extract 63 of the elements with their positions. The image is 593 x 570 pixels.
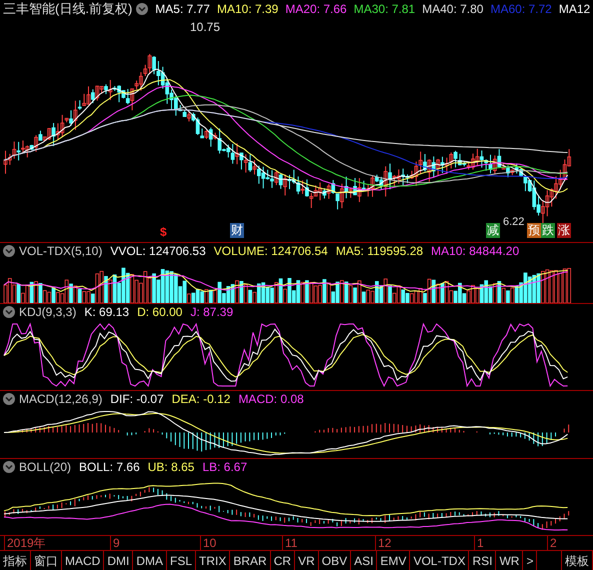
date-label: 9 [110, 536, 120, 550]
high-price-label: 10.75 [190, 20, 220, 33]
indicator-value: J: 87.39 [190, 306, 234, 318]
indicator-tab[interactable]: VR [295, 551, 319, 570]
indicator-tab[interactable]: WR [496, 551, 524, 570]
indicator-value: DIF: -0.07 [110, 393, 164, 406]
indicator-value: MACD: 0.08 [238, 393, 304, 406]
indicator-value: LB: 6.67 [202, 461, 248, 474]
dropdown-icon[interactable] [136, 2, 148, 15]
dropdown-icon[interactable] [3, 306, 15, 318]
event-tag[interactable]: 涨 [557, 222, 571, 238]
event-marker[interactable]: $ [160, 226, 167, 238]
indicator-tab[interactable]: CR [270, 551, 296, 570]
indicator-value: K: 69.13 [84, 306, 130, 318]
indicator-value: VVOL: 124706.53 [110, 245, 206, 258]
ma-value: MA12 [558, 2, 590, 15]
indicator-value: MA5: 119595.28 [336, 245, 424, 258]
indicator-tab[interactable]: FSL [167, 551, 196, 570]
low-price-label: 6.22 [503, 216, 524, 228]
date-label: 2 [547, 536, 557, 550]
indicator-tab[interactable]: BRAR [230, 551, 271, 570]
indicator-tab[interactable]: OBV [318, 551, 352, 570]
indicator-tab[interactable]: ASI [351, 551, 378, 570]
ma-value: MA20: 7.66 [285, 2, 347, 15]
indicator-value: UB: 8.65 [148, 461, 194, 474]
event-tag[interactable]: 财 [230, 222, 244, 238]
indicator-tab[interactable]: 窗口 [31, 551, 62, 570]
ma-value: MA10: 7.39 [216, 2, 278, 15]
dropdown-icon[interactable] [3, 245, 15, 258]
indicator-tab[interactable]: 模板 [562, 551, 593, 570]
indicator-value: VOLUME: 124706.54 [214, 245, 328, 258]
stock-title: 三丰智能(日线.前复权) [3, 2, 132, 16]
indicator-tab[interactable]: DMA [133, 551, 168, 570]
dropdown-icon[interactable] [3, 393, 15, 406]
indicator-tab[interactable]: EMV [377, 551, 410, 570]
indicator-tab[interactable]: 指标 [0, 551, 31, 570]
date-label: 10 [200, 536, 216, 550]
indicator-value: DEA: -0.12 [172, 393, 230, 406]
date-label: 12 [375, 536, 392, 550]
indicator-tab[interactable]: TRIX [196, 551, 230, 570]
indicator-value: D: 60.00 [137, 306, 182, 318]
indicator-value: MA10: 84844.20 [431, 245, 520, 258]
date-label: 1 [474, 536, 484, 550]
ma-value: MA30: 7.81 [354, 2, 416, 15]
indicator-tab[interactable]: RSI [469, 551, 496, 570]
indicator-title: BOLL(20) [19, 461, 72, 474]
dropdown-icon[interactable] [3, 461, 15, 474]
indicator-tab[interactable]: > [523, 551, 538, 570]
date-label: 11 [282, 536, 298, 550]
ma-value: MA60: 7.72 [490, 2, 552, 15]
ma-value: MA40: 7.80 [422, 2, 484, 15]
event-tag[interactable]: 减 [486, 222, 500, 238]
ma-value: MA5: 7.77 [155, 2, 210, 15]
date-label: 2019年 [4, 536, 46, 550]
event-tag[interactable]: 跌 [541, 222, 555, 238]
indicator-tab[interactable]: DMI [104, 551, 134, 570]
indicator-title: VOL-TDX(5,10) [19, 245, 102, 258]
indicator-title: KDJ(9,3,3) [19, 306, 76, 318]
event-tag[interactable]: 预 [527, 222, 541, 238]
indicator-value: BOLL: 7.66 [79, 461, 140, 474]
indicator-tab[interactable]: VOL-TDX [410, 551, 470, 570]
indicator-tab[interactable]: MACD [62, 551, 104, 570]
indicator-title: MACD(12,26,9) [19, 393, 102, 406]
